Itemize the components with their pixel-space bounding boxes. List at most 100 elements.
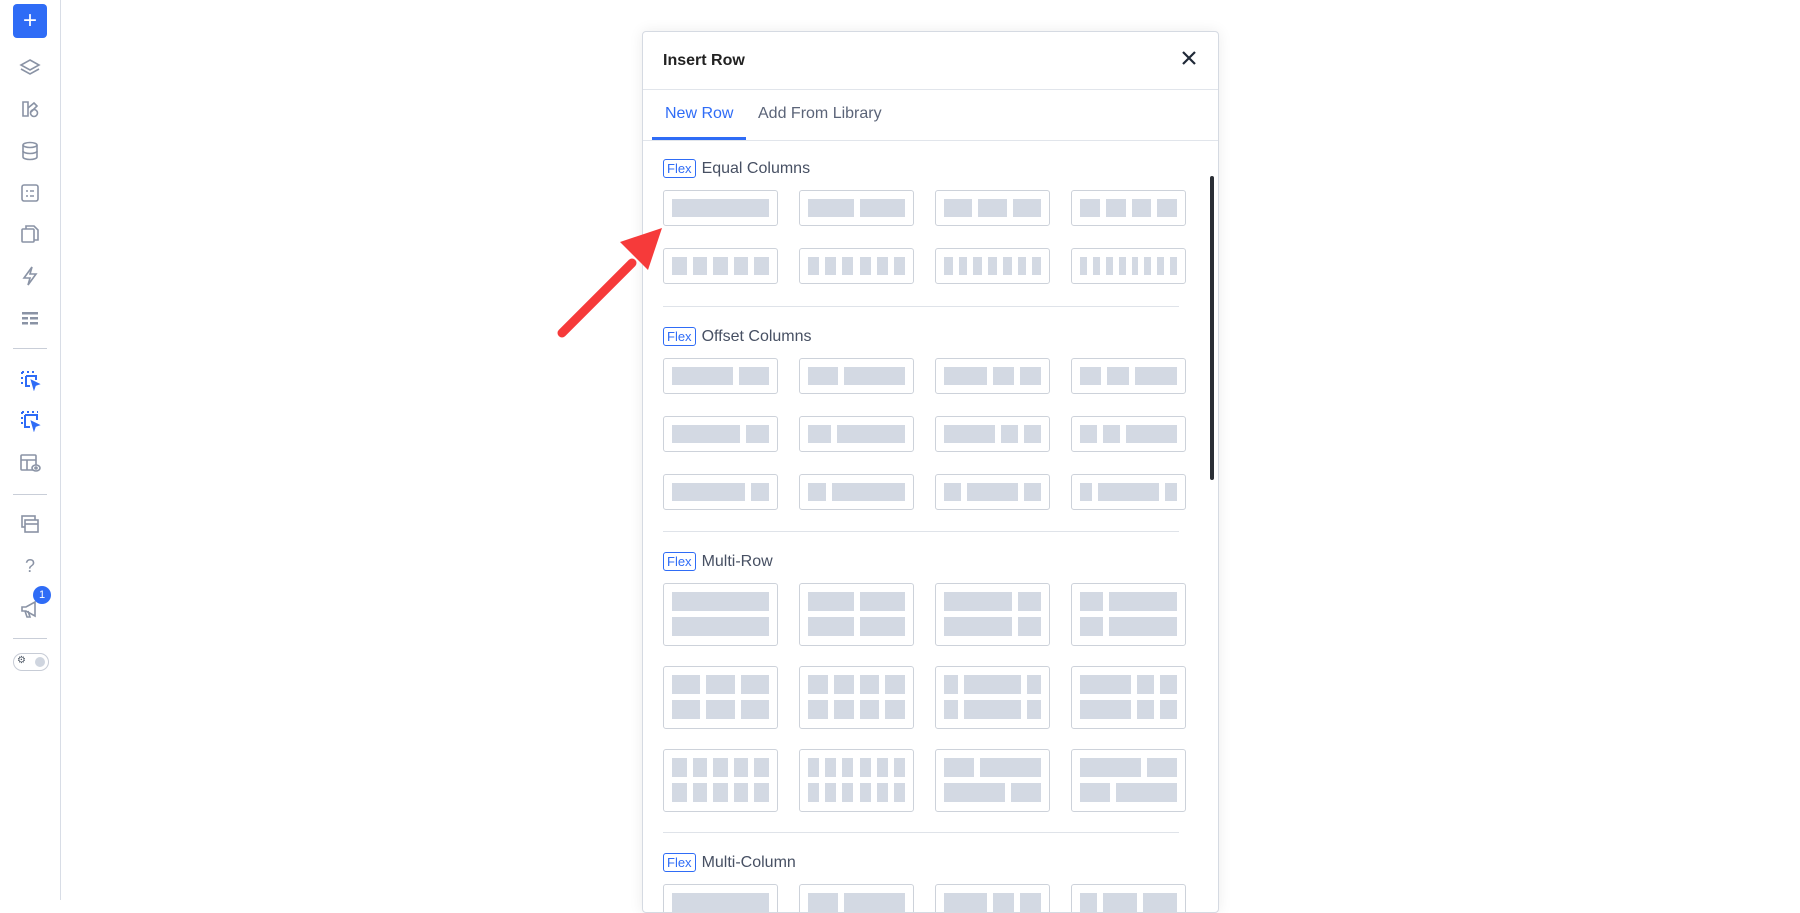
layout-option[interactable] xyxy=(935,749,1050,812)
elements-icon[interactable] xyxy=(13,92,47,126)
pages-icon[interactable] xyxy=(13,217,47,251)
column-block xyxy=(1157,257,1165,275)
close-button[interactable] xyxy=(1176,45,1202,71)
column-block xyxy=(1010,783,1041,802)
layout-option[interactable] xyxy=(799,358,914,394)
column-block xyxy=(808,425,831,443)
layout-option[interactable] xyxy=(935,666,1050,729)
column-block xyxy=(1080,367,1102,385)
column-block xyxy=(885,700,905,719)
column-block xyxy=(738,367,769,385)
layout-option[interactable] xyxy=(1071,583,1186,646)
column-block xyxy=(808,783,820,802)
column-block xyxy=(1080,617,1103,636)
theme-toggle[interactable]: ⚙ xyxy=(13,653,49,671)
forms-icon[interactable] xyxy=(13,176,47,210)
flex-badge: Flex xyxy=(663,552,696,571)
layout-option[interactable] xyxy=(663,666,778,729)
column-block xyxy=(672,199,769,217)
template-preview-icon[interactable] xyxy=(13,446,47,480)
layout-option[interactable] xyxy=(935,248,1050,284)
column-block xyxy=(1170,257,1177,275)
layout-option[interactable] xyxy=(663,749,778,812)
layout-option[interactable] xyxy=(1071,190,1186,226)
column-block xyxy=(1019,893,1041,912)
column-block xyxy=(1144,257,1152,275)
column-block xyxy=(1098,483,1159,501)
gear-icon: ⚙ xyxy=(17,655,26,666)
table-icon[interactable] xyxy=(13,301,47,335)
layout-option[interactable] xyxy=(1071,358,1186,394)
column-block xyxy=(1080,783,1111,802)
column-block xyxy=(1024,483,1041,501)
column-block xyxy=(1032,257,1041,275)
modal-scrollbar[interactable] xyxy=(1210,176,1214,480)
select-multi-icon[interactable] xyxy=(13,404,47,438)
select-element-icon[interactable] xyxy=(13,363,47,397)
layout-option[interactable] xyxy=(1071,474,1186,510)
column-block xyxy=(1080,758,1141,777)
column-block xyxy=(808,758,820,777)
column-block xyxy=(988,257,997,275)
actions-icon[interactable] xyxy=(13,259,47,293)
layout-option[interactable] xyxy=(799,248,914,284)
column-block xyxy=(672,367,733,385)
layout-option[interactable] xyxy=(1071,666,1186,729)
layout-option[interactable] xyxy=(935,190,1050,226)
layout-option[interactable] xyxy=(663,358,778,394)
column-block xyxy=(885,675,905,694)
column-block xyxy=(1105,257,1113,275)
database-icon[interactable] xyxy=(13,134,47,168)
column-block xyxy=(859,700,880,719)
column-block xyxy=(842,783,854,802)
layout-option[interactable] xyxy=(1071,884,1186,912)
help-icon[interactable]: ? xyxy=(13,549,47,583)
column-block xyxy=(832,483,905,501)
left-sidebar: + ? 1 ⚙ xyxy=(0,0,61,900)
layers-icon[interactable] xyxy=(13,51,47,85)
layout-option[interactable] xyxy=(799,749,914,812)
layout-option[interactable] xyxy=(663,416,778,452)
column-block xyxy=(1080,700,1131,719)
column-block xyxy=(672,592,769,611)
column-block xyxy=(978,199,1007,217)
sidebar-divider xyxy=(13,638,47,639)
tab-add-from-library[interactable]: Add From Library xyxy=(745,105,895,140)
layout-option[interactable] xyxy=(799,666,914,729)
layout-option[interactable] xyxy=(1071,416,1186,452)
layout-option[interactable] xyxy=(935,416,1050,452)
add-element-button[interactable]: + xyxy=(13,4,47,38)
column-block xyxy=(1080,592,1103,611)
layout-option[interactable] xyxy=(799,884,914,912)
column-block xyxy=(740,700,769,719)
layout-option[interactable] xyxy=(799,190,914,226)
windows-icon[interactable] xyxy=(13,507,47,541)
layout-option[interactable] xyxy=(663,884,778,912)
tab-new-row[interactable]: New Row xyxy=(652,105,747,140)
column-block xyxy=(1137,700,1154,719)
layout-option[interactable] xyxy=(799,416,914,452)
layout-option[interactable] xyxy=(935,358,1050,394)
column-block xyxy=(706,675,735,694)
layout-option[interactable] xyxy=(663,474,778,510)
modal-header: Insert Row xyxy=(643,32,1218,90)
layout-option[interactable] xyxy=(1071,248,1186,284)
layout-option[interactable] xyxy=(935,884,1050,912)
layout-option[interactable] xyxy=(935,474,1050,510)
column-block xyxy=(859,783,871,802)
column-block xyxy=(706,700,735,719)
layout-option[interactable] xyxy=(935,583,1050,646)
layout-option[interactable] xyxy=(799,474,914,510)
column-block xyxy=(1157,199,1177,217)
section-multi-column: Flex Multi-Column xyxy=(663,853,796,872)
modal-title: Insert Row xyxy=(663,52,745,69)
layout-option[interactable] xyxy=(663,583,778,646)
layout-option[interactable] xyxy=(1071,749,1186,812)
layout-option[interactable] xyxy=(799,583,914,646)
section-divider xyxy=(663,832,1179,833)
column-block xyxy=(944,758,975,777)
layout-option[interactable] xyxy=(663,248,778,284)
column-block xyxy=(1080,893,1097,912)
layout-option[interactable] xyxy=(663,190,778,226)
column-block xyxy=(1080,675,1131,694)
